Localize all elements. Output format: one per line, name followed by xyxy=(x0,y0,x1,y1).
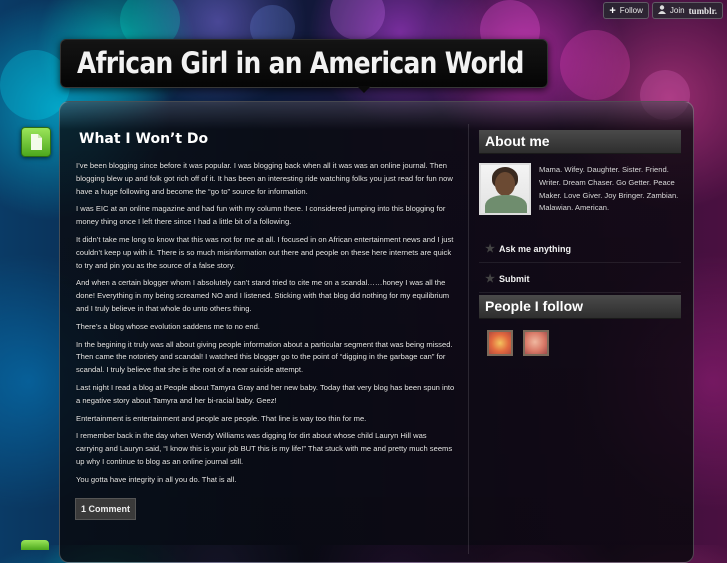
join-tumblr-button[interactable]: Join tumblr. xyxy=(651,2,723,19)
post-paragraph: There’s a blog whose evolution saddens m… xyxy=(76,321,260,331)
followed-blog-avatar[interactable] xyxy=(487,330,513,357)
plus-icon: + xyxy=(609,4,616,17)
post-paragraph: I was EIC at an online magazine and had … xyxy=(76,204,446,227)
join-label: Join xyxy=(669,6,685,15)
avatar xyxy=(479,163,531,215)
content-panel: What I Won’t Do I’ve been blogging since… xyxy=(59,101,694,563)
people-i-follow-heading: People I follow xyxy=(479,295,681,320)
post-paragraph: Last night I read a blog at People about… xyxy=(76,382,455,405)
tumblr-logo: tumblr. xyxy=(688,5,717,16)
sidebar: About me Mama. Wifey. Daughter. Sister. … xyxy=(479,130,681,357)
link-label: Ask me anything xyxy=(499,243,572,254)
post-paragraph: Entertainment is entertainment and peopl… xyxy=(76,413,367,423)
followed-blog-avatar[interactable] xyxy=(523,330,549,357)
bokeh-light xyxy=(560,30,630,100)
post-paragraph: I’ve been blogging since before it was p… xyxy=(76,161,453,196)
blog-post: What I Won’t Do I’ve been blogging since… xyxy=(75,131,455,520)
star-icon: ★ xyxy=(485,243,495,256)
follow-label: Follow xyxy=(619,6,643,15)
page-document-icon[interactable] xyxy=(21,127,51,157)
post-paragraph: You gotta have integrity in all you do. … xyxy=(76,474,237,484)
follow-button[interactable]: + Follow xyxy=(603,2,649,19)
link-label: Submit xyxy=(499,273,530,284)
star-icon: ★ xyxy=(485,273,495,286)
about-heading: About me xyxy=(479,130,681,154)
post-paragraph: It didn’t take me long to know that this… xyxy=(76,234,454,270)
comments-button[interactable]: 1 Comment xyxy=(75,497,137,520)
post-paragraph: And when a certain blogger whom I absolu… xyxy=(76,278,450,313)
about-description: Mama. Wifey. Daughter. Sister. Friend. W… xyxy=(539,165,679,213)
ask-me-anything-link[interactable]: ★ Ask me anything xyxy=(479,235,681,264)
blog-title[interactable]: African Girl in an American World xyxy=(77,46,524,80)
about-section: Mama. Wifey. Daughter. Sister. Friend. W… xyxy=(479,163,681,215)
post-paragraph: In the begining it truly was all about g… xyxy=(76,339,453,375)
page-document-icon xyxy=(21,540,49,550)
following-list xyxy=(487,330,681,357)
column-divider xyxy=(468,124,469,554)
tumblr-controls: + Follow Join tumblr. xyxy=(603,2,723,19)
submit-link[interactable]: ★ Submit xyxy=(479,265,681,294)
post-paragraph: I remember back in the day when Wendy Wi… xyxy=(76,431,453,466)
bokeh-light xyxy=(330,0,385,40)
header-pointer xyxy=(357,86,371,93)
user-icon xyxy=(657,5,666,16)
blog-header: African Girl in an American World xyxy=(60,39,548,93)
post-title[interactable]: What I Won’t Do xyxy=(79,131,455,147)
